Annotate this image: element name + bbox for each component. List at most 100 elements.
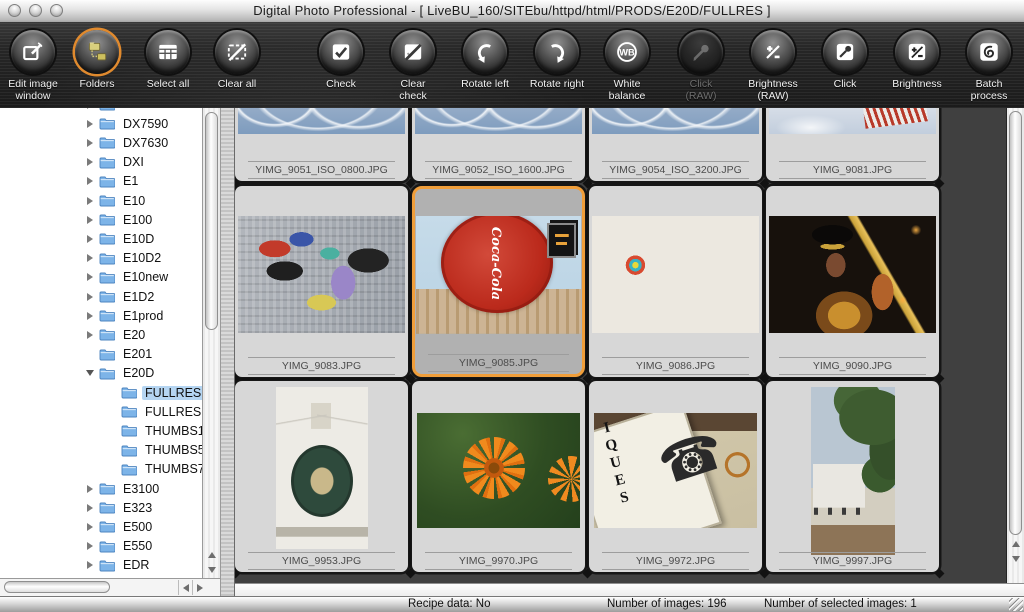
disclosure-closed-icon[interactable]: [84, 523, 96, 531]
disclosure-closed-icon[interactable]: [84, 273, 96, 281]
sidebar-horizontal-scrollbar[interactable]: [0, 578, 220, 596]
disclosure-closed-icon[interactable]: [84, 197, 96, 205]
folder-icon: [99, 156, 115, 169]
scroll-left-arrow-icon[interactable]: [178, 580, 193, 595]
folder-tree-item-e10d2[interactable]: E10D2: [0, 249, 202, 268]
scroll-down-arrow-icon[interactable]: [203, 563, 220, 577]
brightness-adjust-icon: [761, 40, 785, 64]
disclosure-closed-icon[interactable]: [84, 216, 96, 224]
scroll-up-arrow-icon[interactable]: [1007, 537, 1024, 551]
folder-tree-item-partial[interactable]: [0, 108, 202, 114]
folder-tree-item-e10new[interactable]: E10new: [0, 268, 202, 287]
folder-label: E10new: [120, 270, 171, 284]
toolbar-button-rotate-right[interactable]: Rotate right: [522, 30, 592, 90]
content-scroll-strip[interactable]: [235, 583, 1024, 596]
thumbnail-cell-YIMG_9085.JPG[interactable]: Coca-ColaYIMG_9085.JPG: [412, 186, 585, 377]
toolbar-button-clear-all[interactable]: Clear all: [202, 30, 272, 90]
toolbar-button-edit-image-window[interactable]: Edit imagewindow: [0, 30, 68, 102]
thumbnail-cell-YIMG_9997.JPG[interactable]: YIMG_9997.JPG: [766, 381, 939, 572]
grid-handle-icon: [405, 178, 415, 188]
resize-grip[interactable]: [1009, 598, 1023, 611]
toolbar-button-clear-check[interactable]: Clearcheck: [378, 30, 448, 102]
toolbar-button-rotate-left[interactable]: Rotate left: [450, 30, 520, 90]
disclosure-closed-icon[interactable]: [84, 235, 96, 243]
folder-tree-item-e1d2[interactable]: E1D2: [0, 287, 202, 306]
disclosure-closed-icon[interactable]: [84, 312, 96, 320]
folder-tree-item-thumbs50[interactable]: THUMBS50: [0, 441, 202, 460]
clear-check-icon: [401, 40, 425, 64]
thumbnail-grid: YIMG_9051_ISO_0800.JPGYIMG_9052_ISO_1600…: [235, 108, 1024, 583]
scrollbar-thumb[interactable]: [205, 112, 218, 330]
thumbnail-cell-YIMG_9083.JPG[interactable]: YIMG_9083.JPG: [235, 186, 408, 377]
disclosure-closed-icon[interactable]: [84, 561, 96, 569]
disclosure-closed-icon[interactable]: [84, 177, 96, 185]
toolbar-button-batch-process[interactable]: Batchprocess: [954, 30, 1024, 102]
disclosure-open-icon[interactable]: [84, 370, 96, 376]
toolbar-button-brightness-raw[interactable]: Brightness(RAW): [738, 30, 808, 102]
disclosure-closed-icon[interactable]: [84, 254, 96, 262]
folder-tree-item-dx7590[interactable]: DX7590: [0, 114, 202, 133]
folder-tree-item-thumbs150[interactable]: THUMBS150: [0, 421, 202, 440]
folder-tree-item-e1prod[interactable]: E1prod: [0, 306, 202, 325]
disclosure-closed-icon[interactable]: [84, 108, 96, 109]
folder-tree-item-e1[interactable]: E1: [0, 172, 202, 191]
folder-label: E3100: [120, 482, 162, 496]
thumbnail-cell-YIMG_9970.JPG[interactable]: YIMG_9970.JPG: [412, 381, 585, 572]
toolbar-button-click[interactable]: Click: [810, 30, 880, 90]
folder-label: E10: [120, 194, 148, 208]
folder-tree-item-dxi[interactable]: DXI: [0, 153, 202, 172]
disclosure-closed-icon[interactable]: [84, 139, 96, 147]
title-bar: Digital Photo Professional - [ LiveBU_16…: [0, 0, 1024, 23]
folder-tree-item-fullres[interactable]: FULLRES: [0, 383, 202, 402]
toolbar-button-white-balance[interactable]: WBWhitebalance: [592, 30, 662, 102]
thumbnail-filename: YIMG_9083.JPG: [248, 357, 395, 375]
disclosure-closed-icon[interactable]: [84, 331, 96, 339]
folder-tree-item-e10d[interactable]: E10D: [0, 229, 202, 248]
folder-tree-item-e500[interactable]: E500: [0, 517, 202, 536]
scroll-up-arrow-icon[interactable]: [203, 548, 220, 562]
thumbnail-cell-YIMG_9052_ISO_1600.JPG[interactable]: YIMG_9052_ISO_1600.JPG: [412, 108, 585, 181]
thumbnail-cell-YIMG_9086.JPG[interactable]: YIMG_9086.JPG: [589, 186, 762, 377]
thumbnail-filename: YIMG_9081.JPG: [779, 161, 926, 179]
disclosure-closed-icon[interactable]: [84, 504, 96, 512]
folder-tree-item-thumbs75[interactable]: THUMBS75: [0, 460, 202, 479]
disclosure-closed-icon[interactable]: [84, 158, 96, 166]
folder-tree-item-e20d[interactable]: E20D: [0, 364, 202, 383]
folder-tree-item-e20[interactable]: E20: [0, 325, 202, 344]
thumbnail-cell-YIMG_9054_ISO_3200.JPG[interactable]: YIMG_9054_ISO_3200.JPG: [589, 108, 762, 181]
folder-label: DX7590: [120, 117, 171, 131]
folder-icon: [99, 520, 115, 533]
folder-tree-item-edr[interactable]: EDR: [0, 556, 202, 575]
disclosure-closed-icon[interactable]: [84, 293, 96, 301]
folder-icon: [99, 271, 115, 284]
thumbnail-cell-YIMG_9953.JPG[interactable]: YIMG_9953.JPG: [235, 381, 408, 572]
folder-tree-item-e201[interactable]: E201: [0, 345, 202, 364]
disclosure-closed-icon[interactable]: [84, 485, 96, 493]
sidebar-vertical-scrollbar[interactable]: [202, 108, 220, 578]
folder-tree-item-e100[interactable]: E100: [0, 210, 202, 229]
thumbnail-cell-YIMG_9090.JPG[interactable]: YIMG_9090.JPG: [766, 186, 939, 377]
folder-icon: [121, 424, 137, 437]
scrollbar-thumb[interactable]: [1009, 111, 1022, 535]
toolbar-button-check[interactable]: Check: [306, 30, 376, 90]
folder-tree-item-fullrespro[interactable]: FULLRESPRO: [0, 402, 202, 421]
toolbar-button-folders[interactable]: Folders: [62, 30, 132, 90]
thumbnail-cell-YIMG_9051_ISO_0800.JPG[interactable]: YIMG_9051_ISO_0800.JPG: [235, 108, 408, 181]
folder-tree-item-e323[interactable]: E323: [0, 498, 202, 517]
folder-label: THUMBS50: [142, 443, 202, 457]
folder-tree-item-e550[interactable]: E550: [0, 537, 202, 556]
folder-tree-item-e10[interactable]: E10: [0, 191, 202, 210]
thumbnail-cell-YIMG_9081.JPG[interactable]: YIMG_9081.JPG: [766, 108, 939, 181]
folder-tree-item-e3100[interactable]: E3100: [0, 479, 202, 498]
toolbar-button-brightness[interactable]: Brightness: [882, 30, 952, 90]
content-vertical-scrollbar[interactable]: [1006, 108, 1024, 583]
thumbnail-cell-YIMG_9972.JPG[interactable]: IQUESYIMG_9972.JPG: [589, 381, 762, 572]
pane-splitter[interactable]: [220, 108, 235, 596]
disclosure-closed-icon[interactable]: [84, 120, 96, 128]
scrollbar-thumb[interactable]: [4, 581, 110, 593]
toolbar-button-select-all[interactable]: Select all: [133, 30, 203, 90]
disclosure-closed-icon[interactable]: [84, 542, 96, 550]
folder-tree-item-dx7630[interactable]: DX7630: [0, 133, 202, 152]
scroll-down-arrow-icon[interactable]: [1007, 552, 1024, 566]
scroll-right-arrow-icon[interactable]: [192, 580, 207, 595]
